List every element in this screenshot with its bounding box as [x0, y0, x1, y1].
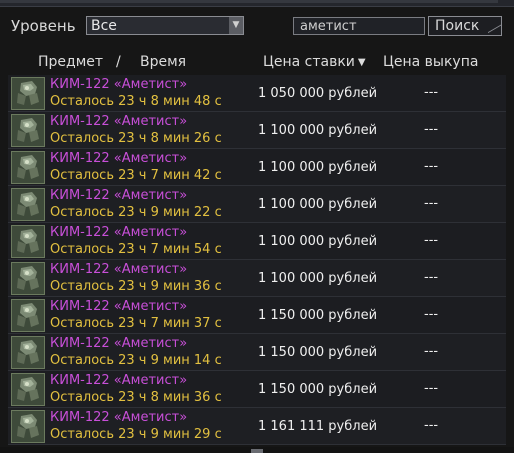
cyborg-armor-icon: [11, 151, 45, 184]
cyborg-armor-icon: [11, 373, 45, 406]
buyout-price: ---: [424, 159, 439, 174]
lot-row[interactable]: КИМ-122 «Аметист» Осталось 23 ч 7 мин 37…: [8, 297, 506, 334]
time-remaining: Осталось 23 ч 9 мин 29 с: [50, 427, 222, 442]
time-remaining: Осталось 23 ч 7 мин 54 с: [50, 242, 222, 257]
window-top-edge: [0, 0, 514, 7]
bid-price: 1 100 000 рублей: [258, 271, 378, 286]
cyborg-armor-icon: [11, 299, 45, 332]
item-name[interactable]: КИМ-122 «Аметист»: [50, 188, 187, 203]
window-bottom-edge: [0, 447, 514, 453]
item-name[interactable]: КИМ-122 «Аметист»: [50, 262, 187, 277]
bid-price: 1 050 000 рублей: [258, 86, 378, 101]
column-header-buyout[interactable]: Цена выкупа: [383, 54, 478, 70]
time-remaining: Осталось 23 ч 7 мин 42 с: [50, 168, 222, 183]
level-select-value: Все: [91, 18, 117, 34]
lot-row[interactable]: КИМ-122 «Аметист» Осталось 23 ч 9 мин 29…: [8, 408, 506, 445]
lot-list: КИМ-122 «Аметист» Осталось 23 ч 8 мин 48…: [8, 74, 506, 446]
bid-price: 1 100 000 рублей: [258, 123, 378, 138]
bid-price: 1 100 000 рублей: [258, 234, 378, 249]
dropdown-arrow-icon[interactable]: ▼: [229, 17, 243, 34]
lot-row[interactable]: КИМ-122 «Аметист» Осталось 23 ч 8 мин 36…: [8, 371, 506, 408]
lot-row[interactable]: КИМ-122 «Аметист» Осталось 23 ч 8 мин 26…: [8, 112, 506, 149]
item-name[interactable]: КИМ-122 «Аметист»: [50, 225, 187, 240]
filter-bar: Уровень Все ▼ Поиск: [0, 14, 514, 43]
lot-row[interactable]: КИМ-122 «Аметист» Осталось 23 ч 8 мин 48…: [8, 75, 506, 112]
resize-handle[interactable]: [251, 449, 263, 453]
buyout-price: ---: [424, 122, 439, 137]
lot-row[interactable]: КИМ-122 «Аметист» Осталось 23 ч 9 мин 14…: [8, 334, 506, 371]
time-remaining: Осталось 23 ч 9 мин 22 с: [50, 205, 222, 220]
search-input[interactable]: [293, 17, 425, 35]
column-header-bid[interactable]: Цена ставки ▼: [263, 54, 366, 70]
buyout-price: ---: [424, 85, 439, 100]
buyout-price: ---: [424, 418, 439, 433]
time-remaining: Осталось 23 ч 7 мин 37 с: [50, 316, 222, 331]
cyborg-armor-icon: [11, 114, 45, 147]
time-remaining: Осталось 23 ч 8 мин 26 с: [50, 131, 222, 146]
cyborg-armor-icon: [11, 188, 45, 221]
column-headers: Предмет / Время Цена ставки ▼ Цена выкупа: [0, 54, 514, 74]
time-remaining: Осталось 23 ч 9 мин 14 с: [50, 353, 222, 368]
buyout-price: ---: [424, 344, 439, 359]
lot-row[interactable]: КИМ-122 «Аметист» Осталось 23 ч 7 мин 42…: [8, 149, 506, 186]
bid-price: 1 100 000 рублей: [258, 197, 378, 212]
cyborg-armor-icon: [11, 336, 45, 369]
item-name[interactable]: КИМ-122 «Аметист»: [50, 77, 187, 92]
buyout-price: ---: [424, 381, 439, 396]
bid-price: 1 161 111 рублей: [258, 419, 378, 434]
bid-price: 1 150 000 рублей: [258, 345, 378, 360]
lot-row[interactable]: КИМ-122 «Аметист» Осталось 23 ч 9 мин 22…: [8, 186, 506, 223]
item-name[interactable]: КИМ-122 «Аметист»: [50, 114, 187, 129]
item-name[interactable]: КИМ-122 «Аметист»: [50, 336, 187, 351]
time-remaining: Осталось 23 ч 8 мин 36 с: [50, 390, 222, 405]
lot-row[interactable]: КИМ-122 «Аметист» Осталось 23 ч 7 мин 54…: [8, 223, 506, 260]
column-header-time[interactable]: Время: [140, 54, 186, 70]
cyborg-armor-icon: [11, 410, 45, 443]
time-remaining: Осталось 23 ч 9 мин 36 с: [50, 279, 222, 294]
item-name[interactable]: КИМ-122 «Аметист»: [50, 373, 187, 388]
level-label: Уровень: [11, 17, 76, 35]
bid-price: 1 100 000 рублей: [258, 160, 378, 175]
bid-price: 1 150 000 рублей: [258, 382, 378, 397]
buyout-price: ---: [424, 270, 439, 285]
cyborg-armor-icon: [11, 77, 45, 110]
item-name[interactable]: КИМ-122 «Аметист»: [50, 299, 187, 314]
level-select[interactable]: Все ▼: [86, 16, 244, 35]
column-header-item[interactable]: Предмет: [38, 54, 103, 70]
column-header-separator: /: [116, 54, 121, 70]
buyout-price: ---: [424, 233, 439, 248]
search-button[interactable]: Поиск: [428, 16, 502, 43]
lot-row[interactable]: КИМ-122 «Аметист» Осталось 23 ч 9 мин 36…: [8, 260, 506, 297]
sort-arrow-icon: ▼: [357, 57, 366, 68]
time-remaining: Осталось 23 ч 8 мин 48 с: [50, 94, 222, 109]
item-name[interactable]: КИМ-122 «Аметист»: [50, 410, 187, 425]
top-scroll-track: [0, 0, 498, 3]
buyout-price: ---: [424, 307, 439, 322]
search-button-label: Поиск: [435, 18, 480, 34]
cyborg-armor-icon: [11, 262, 45, 295]
cyborg-armor-icon: [11, 225, 45, 258]
column-header-bid-label: Цена ставки: [263, 54, 355, 70]
bid-price: 1 150 000 рублей: [258, 308, 378, 323]
item-name[interactable]: КИМ-122 «Аметист»: [50, 151, 187, 166]
buyout-price: ---: [424, 196, 439, 211]
button-corner-decoration: [488, 24, 502, 43]
